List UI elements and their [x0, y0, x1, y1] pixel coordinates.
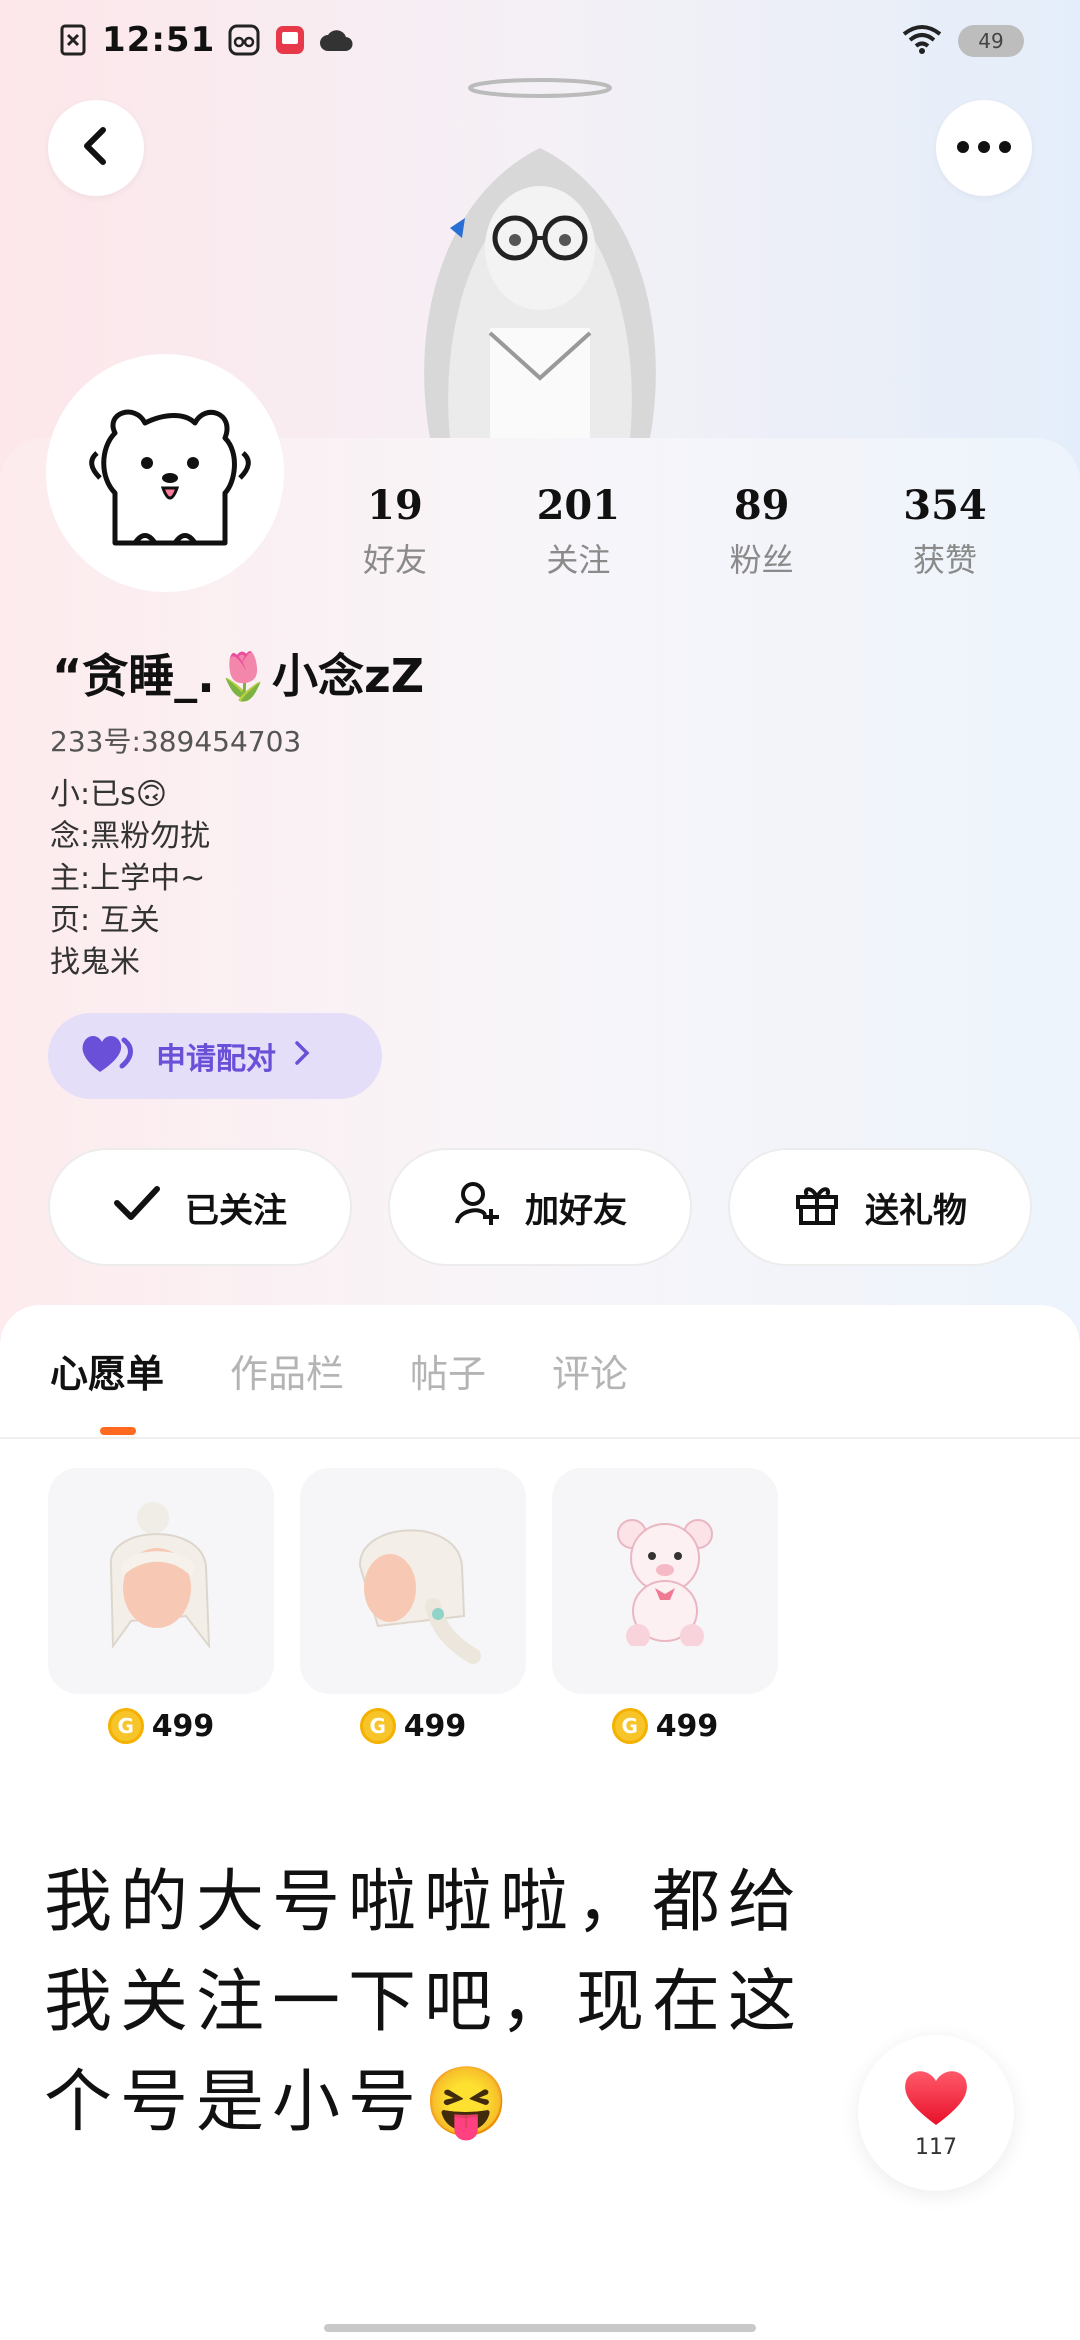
tab-comments[interactable]: 评论 — [552, 1343, 628, 1398]
stat-following[interactable]: 201 关注 — [503, 482, 653, 581]
send-gift-label: 送礼物 — [865, 1190, 967, 1231]
stat-fans[interactable]: 89 粉丝 — [687, 482, 837, 581]
bio-line: 找鬼米 — [50, 945, 140, 980]
app-icon — [273, 23, 307, 57]
stat-likes[interactable]: 354 获赞 — [870, 482, 1020, 581]
content-sheet: 心愿单 作品栏 帖子 评论 G 499 G 499 G 499 我的大号啦啦啦，… — [0, 1305, 1080, 2340]
user-id[interactable]: 233号:389454703 — [50, 720, 301, 760]
status-time: 12:51 — [102, 20, 216, 60]
add-friend-label: 加好友 — [525, 1190, 627, 1231]
tab-wishlist[interactable]: 心愿单 — [50, 1343, 164, 1398]
gift-icon — [793, 1179, 841, 1236]
stat-value: 19 — [367, 482, 423, 529]
stat-value: 89 — [733, 482, 790, 529]
wishlist-item[interactable]: G 499 — [48, 1468, 274, 1744]
coin-icon: G — [611, 1708, 648, 1744]
action-row: 已关注 加好友 送礼物 — [48, 1148, 1032, 1266]
check-icon — [113, 1185, 161, 1230]
followed-button[interactable]: 已关注 — [48, 1148, 352, 1266]
stat-value: 354 — [903, 482, 987, 529]
stat-friends[interactable]: 19 好友 — [320, 482, 470, 581]
bear-avatar-image — [89, 409, 251, 546]
item-thumbnail — [48, 1468, 274, 1694]
bio-line: 念:黑粉勿扰 — [50, 819, 211, 854]
double-heart-icon — [80, 1030, 138, 1082]
bio-line: 页: 互关 — [50, 903, 160, 938]
banner-avatar-image — [370, 78, 710, 438]
like-count: 117 — [915, 2134, 957, 2160]
wifi-icon — [902, 24, 942, 58]
more-button[interactable] — [936, 100, 1032, 196]
item-price: G 499 — [300, 1708, 526, 1744]
stat-label: 关注 — [546, 541, 611, 579]
stat-label: 获赞 — [912, 541, 977, 579]
followed-label: 已关注 — [185, 1190, 287, 1231]
bio-line: 主:上学中~ — [50, 861, 206, 896]
coin-icon: G — [359, 1708, 396, 1744]
wishlist-item[interactable]: G 499 — [552, 1468, 778, 1744]
active-tab-indicator — [100, 1427, 136, 1435]
back-button[interactable] — [48, 100, 144, 196]
battery-icon: 49 — [958, 25, 1024, 57]
stats-row: 19 好友 201 关注 89 粉丝 354 获赞 — [300, 482, 1040, 581]
coin-icon: G — [107, 1708, 144, 1744]
cloud-icon — [319, 23, 353, 57]
tab-posts[interactable]: 帖子 — [410, 1343, 486, 1398]
chevron-left-icon — [79, 126, 113, 170]
chevron-right-icon — [294, 1039, 310, 1074]
match-request-label: 申请配对 — [156, 1042, 276, 1077]
divider — [0, 1437, 1080, 1439]
more-horizontal-icon — [956, 139, 1012, 158]
bio: 小:已s🙃 念:黑粉勿扰 主:上学中~ 页: 互关 找鬼米 — [50, 774, 210, 984]
item-thumbnail — [552, 1468, 778, 1694]
item-thumbnail — [300, 1468, 526, 1694]
heart-icon — [902, 2067, 970, 2131]
match-request-button[interactable]: 申请配对 — [48, 1013, 382, 1099]
username: “贪睡_.🌷小念zZ — [52, 649, 425, 703]
stat-value: 201 — [536, 482, 621, 529]
item-price: G 499 — [552, 1708, 778, 1744]
tab-works[interactable]: 作品栏 — [230, 1343, 344, 1398]
price-value: 499 — [655, 1708, 719, 1744]
wishlist-grid: G 499 G 499 G 499 — [48, 1468, 778, 1744]
send-gift-button[interactable]: 送礼物 — [728, 1148, 1032, 1266]
app-icon — [227, 23, 261, 57]
bio-line: 小:已s🙃 — [50, 777, 168, 812]
price-value: 499 — [403, 1708, 467, 1744]
add-friend-button[interactable]: 加好友 — [388, 1148, 692, 1266]
stat-label: 好友 — [362, 541, 427, 579]
wishlist-item[interactable]: G 499 — [300, 1468, 526, 1744]
price-value: 499 — [151, 1708, 215, 1744]
no-sim-icon — [56, 23, 90, 57]
add-friend-icon — [453, 1179, 501, 1236]
stat-label: 粉丝 — [729, 541, 794, 579]
avatar[interactable] — [50, 358, 280, 588]
status-bar: 12:51 49 — [0, 0, 1080, 80]
tab-bar: 心愿单 作品栏 帖子 评论 — [50, 1343, 628, 1398]
home-indicator[interactable] — [324, 2324, 756, 2332]
item-price: G 499 — [48, 1708, 274, 1744]
post-text: 我的大号啦啦啦，都给我关注一下吧，现在这个号是小号😝 — [44, 1863, 805, 2142]
like-button[interactable]: 117 — [858, 2035, 1014, 2191]
